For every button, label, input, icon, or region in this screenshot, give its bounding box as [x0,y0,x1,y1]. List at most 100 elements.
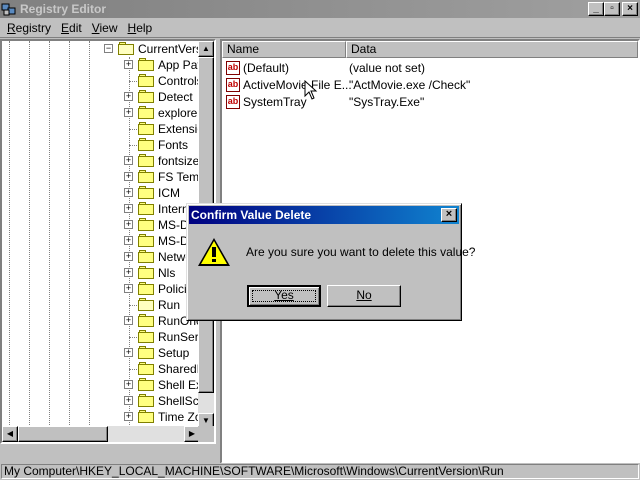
expand-icon[interactable]: + [124,284,133,293]
expand-icon[interactable]: + [124,380,133,389]
tree-item-label: MS-D [158,218,189,232]
folder-icon [138,74,154,87]
tree-item-label: FS Temp [158,170,200,184]
close-button[interactable]: × [622,2,638,16]
collapse-icon[interactable]: − [104,44,113,53]
value-row[interactable]: ab SystemTray "SysTray.Exe" [222,94,638,110]
menu-help[interactable]: Help [123,21,158,35]
expand-icon[interactable]: + [124,156,133,165]
tree-item[interactable]: Controls [2,73,200,89]
tree-item[interactable]: + Setup [2,345,200,361]
dialog-close-button[interactable]: × [441,208,457,222]
tree-item[interactable]: + ShellScr [2,393,200,409]
expand-icon[interactable]: + [124,316,133,325]
status-bar: My Computer\HKEY_LOCAL_MACHINE\SOFTWARE\… [0,463,640,480]
string-value-icon: ab [226,78,240,92]
scroll-up-button[interactable]: ▲ [198,41,214,57]
expand-icon[interactable]: + [124,188,133,197]
tree-item[interactable]: + fontsize [2,153,200,169]
tree-item-label: Run [158,298,181,312]
tree-item-label: Shell Ext [158,378,200,392]
tree-item[interactable]: + explorer [2,105,200,121]
value-row[interactable]: ab ActiveMovie File E... "ActMovie.exe /Ch… [222,77,638,93]
menu-accelerator: R [7,20,16,35]
value-data: (value not set) [349,61,426,75]
expand-icon[interactable]: + [124,348,133,357]
expand-icon[interactable]: + [124,396,133,405]
tree-item[interactable]: + Policie [2,281,200,297]
tree-item-label: Setup [158,346,190,360]
scroll-left-button[interactable]: ◀ [2,426,18,442]
dialog-message: Are you sure you want to delete this val… [246,245,476,259]
expand-icon[interactable]: + [124,412,133,421]
tree-item[interactable]: + MS-D [2,233,200,249]
dialog-title: Confirm Value Delete [191,208,312,222]
folder-icon [138,202,154,215]
tree-item[interactable]: + Nls [2,265,200,281]
expand-icon[interactable]: + [124,220,133,229]
tree-item[interactable]: RunServ [2,329,200,345]
tree-item[interactable]: + FS Temp [2,169,200,185]
tree-item[interactable]: + Intern [2,201,200,217]
tree-item[interactable]: + Shell Ext [2,377,200,393]
expand-icon[interactable]: + [124,236,133,245]
tree-item-label: SharedD [158,362,200,376]
column-header-data[interactable]: Data [346,41,638,58]
expand-icon[interactable]: + [124,172,133,181]
maximize-button[interactable]: ▫ [604,2,620,16]
focus-rectangle [252,290,316,302]
key-tree[interactable]: − CurrentVersic + App Path Controls + Detect + e… [2,41,200,429]
tree-item[interactable]: Fonts [2,137,200,153]
value-row[interactable]: ab (Default) (value not set) [222,60,638,76]
string-value-icon: ab [226,95,240,109]
folder-icon [138,122,154,135]
yes-button[interactable]: Yes [247,285,321,307]
minimize-button[interactable]: _ [588,2,604,16]
tree-item[interactable]: + App Path [2,57,200,73]
folder-icon [138,330,154,343]
menu-bar: Registry Edit View Help [0,18,640,38]
expand-icon[interactable]: + [124,108,133,117]
tree-item-label: App Path [158,58,200,72]
expand-icon[interactable]: + [124,252,133,261]
expand-icon[interactable]: + [124,268,133,277]
tree-item[interactable]: − CurrentVersic [2,41,200,57]
warning-icon [198,238,230,266]
folder-icon [138,154,154,167]
tree-item[interactable]: + ICM [2,185,200,201]
tree-item[interactable]: + RunOnc [2,313,200,329]
expand-icon[interactable]: + [124,92,133,101]
dialog-title-bar[interactable]: Confirm Value Delete × [189,206,459,224]
menu-view[interactable]: View [87,21,123,35]
confirm-delete-dialog[interactable]: Confirm Value Delete × Are you sure you … [186,203,475,321]
tree-item-label: Fonts [158,138,189,152]
tree-item[interactable]: Extensio [2,121,200,137]
tree-horizontal-scrollbar[interactable]: ◀ ▶ [2,426,200,442]
tree-item[interactable]: Run [2,297,200,313]
expand-icon[interactable]: + [124,60,133,69]
folder-icon [138,90,154,103]
menu-registry[interactable]: Registry [2,21,56,35]
tree-item[interactable]: + Netwo [2,249,200,265]
registry-editor-icon [1,1,17,17]
key-tree-pane[interactable]: − CurrentVersic + App Path Controls + Detect + e… [0,39,216,444]
tree-item-label: Intern [158,202,189,216]
tree-item[interactable]: SharedD [2,361,200,377]
status-path: My Computer\HKEY_LOCAL_MACHINE\SOFTWARE\… [1,464,639,479]
column-header-name[interactable]: Name [222,41,346,58]
tree-item[interactable]: + Time Zor [2,409,200,425]
expand-icon[interactable]: + [124,204,133,213]
folder-icon [138,314,154,327]
no-button[interactable]: No [327,285,401,307]
folder-icon [138,186,154,199]
menu-edit[interactable]: Edit [56,21,87,35]
tree-item-label: ICM [158,186,180,200]
folder-icon [138,410,154,423]
scroll-thumb[interactable] [18,426,108,442]
folder-icon [138,218,154,231]
window-title-bar[interactable]: Registry Editor _ ▫ × [0,0,640,18]
tree-item[interactable]: + Detect [2,89,200,105]
menu-accelerator: E [61,20,70,35]
tree-item-label: Controls [158,74,200,88]
tree-item[interactable]: + MS-D [2,217,200,233]
